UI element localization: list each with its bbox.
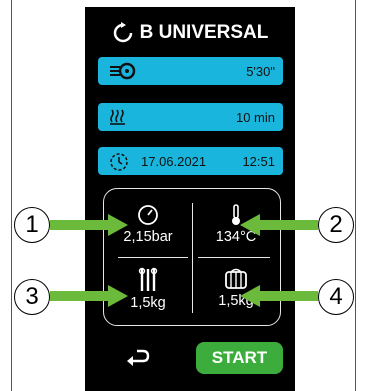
sterilization-time-bar[interactable]: 10 min	[98, 103, 283, 131]
drying-time-bar[interactable]: 5'30"	[98, 57, 283, 85]
device-screen: B UNIVERSAL 5'30" 10 min 17.06.2021 12:5…	[85, 7, 295, 391]
arrow-1	[50, 214, 128, 236]
fan-heat-icon	[108, 61, 138, 84]
drying-time-value: 5'30"	[246, 64, 275, 79]
date-value: 17.06.2021	[141, 154, 207, 169]
program-title: B UNIVERSAL	[85, 22, 295, 44]
pressure-gauge-icon	[138, 205, 158, 225]
grid-divider-right	[198, 257, 270, 258]
arrow-2	[240, 214, 318, 236]
grid-divider-left	[118, 257, 188, 258]
right-frame-line	[355, 0, 356, 391]
callout-1: 1	[14, 207, 50, 243]
callout-3: 3	[14, 279, 50, 315]
clock-icon	[108, 151, 130, 176]
refresh-icon	[113, 22, 132, 43]
sterilization-time-value: 10 min	[235, 110, 275, 125]
arrow-4	[240, 285, 318, 307]
instruments-icon	[138, 267, 158, 291]
back-arrow-icon[interactable]	[125, 347, 151, 369]
left-frame-line	[11, 0, 12, 391]
start-button[interactable]: START	[196, 342, 283, 374]
time-value: 12:51	[242, 154, 275, 169]
program-title-text: B UNIVERSAL	[139, 22, 269, 43]
heat-waves-icon	[108, 107, 128, 130]
datetime-bar[interactable]: 17.06.2021 12:51	[98, 147, 283, 175]
callout-2: 2	[318, 207, 354, 243]
arrow-3	[50, 285, 128, 307]
callout-4: 4	[318, 279, 354, 315]
